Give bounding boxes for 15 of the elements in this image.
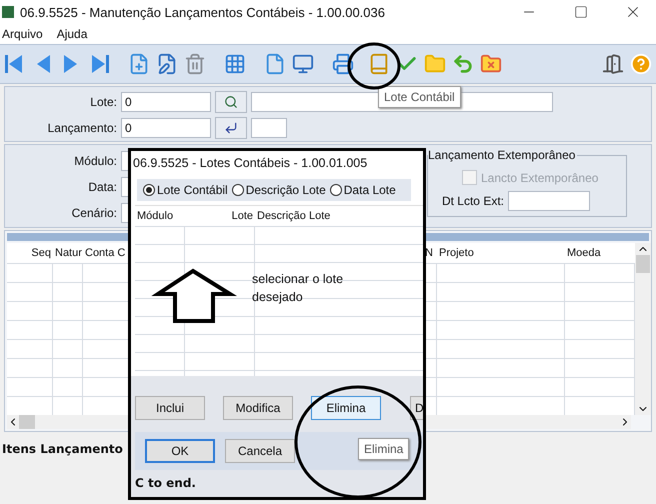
tooltip: Elimina xyxy=(358,438,410,460)
window-title: 06.9.5525 - Manutenção Lançamentos Contábeis - 1.00.00.036 xyxy=(20,4,386,20)
field-label: Cenário: xyxy=(70,206,117,220)
field-label: Data: xyxy=(87,180,117,194)
field-label: Dt Lcto Ext: xyxy=(440,194,504,208)
field-label: Lançamento: xyxy=(46,121,117,135)
section-label: Itens Lançamento xyxy=(2,442,123,456)
tooltip: Lote Contábil xyxy=(378,86,461,108)
group-title: Lançamento Extemporâneo xyxy=(428,148,578,162)
status-text: C to end. xyxy=(135,476,196,490)
dialog-title: 06.9.5525 - Lotes Contábeis - 1.00.01.005 xyxy=(133,156,368,170)
field-label: Módulo: xyxy=(73,154,117,168)
checkbox-label: Lancto Extemporâneo xyxy=(481,170,598,184)
field-label: Lote: xyxy=(89,95,117,109)
annotation-text: selecionar o lote desejado xyxy=(252,271,344,306)
